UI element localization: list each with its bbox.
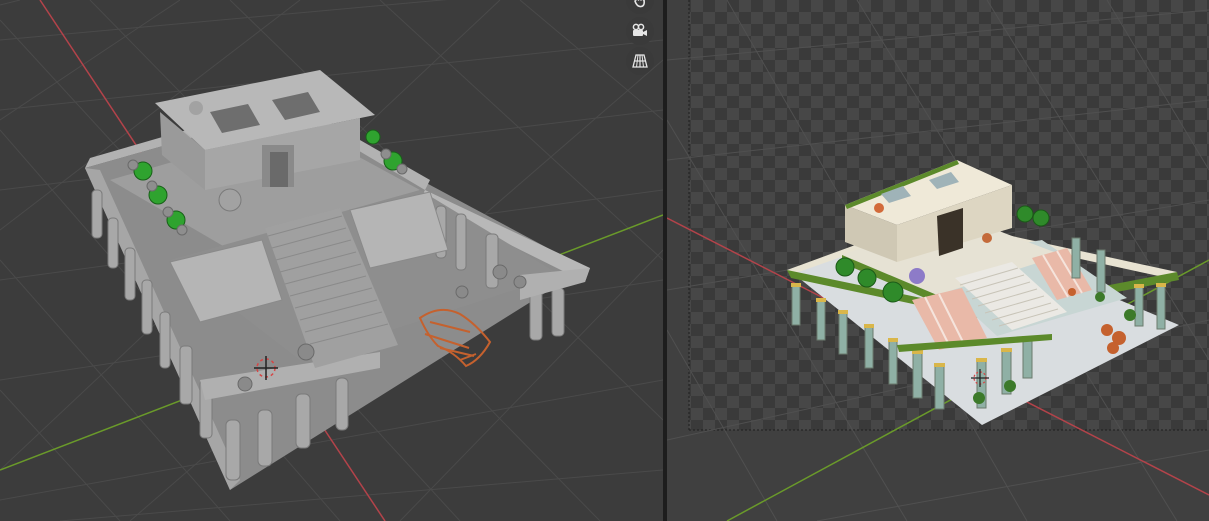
purple-urn (909, 268, 925, 284)
viewport-solid[interactable] (0, 0, 663, 521)
temple-model-clay (85, 70, 590, 490)
viewport-solid-canvas (0, 0, 663, 521)
blender-app (0, 0, 1209, 521)
viewport-rendered[interactable] (667, 0, 1209, 521)
perspective-grid-icon[interactable] (626, 47, 654, 75)
viewport-rendered-canvas (667, 0, 1209, 521)
camera-icon[interactable] (626, 17, 654, 45)
